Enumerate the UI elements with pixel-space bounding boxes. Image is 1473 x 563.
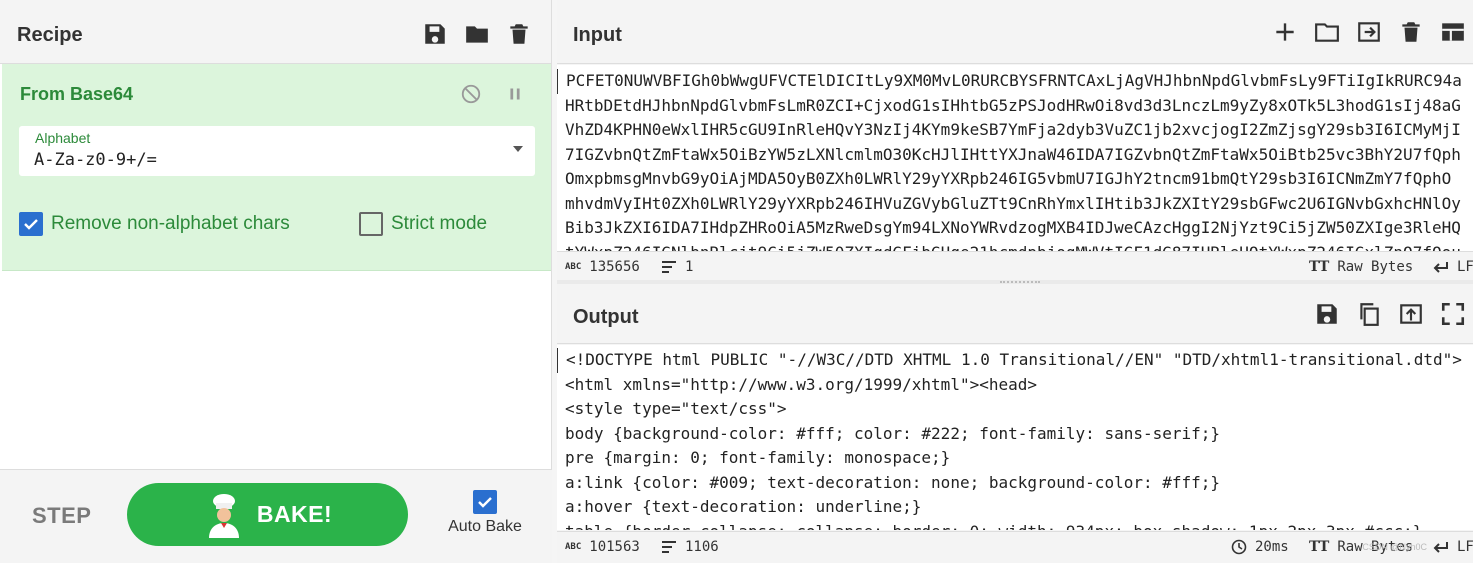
input-textarea[interactable]: PCFET0NUWVBFIGh0bWwgUFVCTElDICItLy9XM0Mv… xyxy=(557,65,1473,251)
alphabet-select[interactable]: Alphabet A-Za-z0-9+/= xyxy=(19,126,535,176)
output-line: table {border-collapse: collapse; border… xyxy=(557,520,1473,531)
chevron-down-icon xyxy=(513,146,523,152)
input-line-count: 1 xyxy=(685,259,694,275)
output-line-count: 1106 xyxy=(685,539,719,555)
recipe-panel: Recipe From Base64 Alphabet A-Za-z0-9+/=… xyxy=(0,0,552,563)
output-eol-label: LF xyxy=(1457,539,1473,555)
drag-handle-icon[interactable] xyxy=(1000,281,1040,283)
output-line: body {background-color: #fff; color: #22… xyxy=(565,423,1221,443)
output-title: Output xyxy=(573,306,639,328)
recipe-title: Recipe xyxy=(17,24,83,46)
input-format-selector[interactable]: TT Raw Bytes xyxy=(1309,259,1413,275)
lines-icon xyxy=(662,541,676,553)
save-icon[interactable] xyxy=(421,20,449,48)
replace-input-icon[interactable] xyxy=(1397,300,1425,328)
output-textarea[interactable]: <!DOCTYPE html PUBLIC "-//W3C//DTD XHTML… xyxy=(557,345,1473,530)
folder-icon[interactable] xyxy=(463,20,491,48)
strict-mode-label: Strict mode xyxy=(391,213,488,234)
input-eol-selector[interactable]: LF xyxy=(1433,259,1473,275)
pause-icon[interactable] xyxy=(501,80,529,108)
checkbox-unchecked-icon[interactable] xyxy=(359,212,383,236)
recipe-header: Recipe xyxy=(0,0,551,64)
output-line: <html xmlns="http://www.w3.org/1999/xhtm… xyxy=(565,374,1038,394)
output-line: a:link {color: #009; text-decoration: no… xyxy=(565,472,1221,492)
plus-icon[interactable] xyxy=(1271,18,1299,46)
auto-bake-toggle[interactable]: Auto Bake xyxy=(440,490,530,536)
save-icon[interactable] xyxy=(1313,300,1341,328)
return-arrow-icon xyxy=(1433,542,1448,553)
input-line: HRtbDEtdHJhbnNpdGlvbmFsLmR0ZCI+CjxodG1sI… xyxy=(565,95,1461,115)
text-format-icon: TT xyxy=(1309,259,1330,275)
text-format-icon: TT xyxy=(1309,539,1330,555)
lines-icon xyxy=(662,261,676,273)
input-line: mhvdmVyIHt0ZXh0LWRlY29yYXRpb246IHVuZGVyb… xyxy=(565,193,1461,213)
input-line: PCFET0NUWVBFIGh0bWwgUFVCTElDICItLy9XM0Mv… xyxy=(557,69,1473,94)
auto-bake-label: Auto Bake xyxy=(448,518,522,535)
checkbox-checked-icon[interactable] xyxy=(473,490,497,514)
output-status-bar: ABC 101563 1106 20ms TT Raw Bytes LF xyxy=(557,531,1473,563)
watermark: CSDN @Nyn0C xyxy=(1362,542,1427,552)
abc-length-icon: ABC xyxy=(565,262,582,272)
copy-icon[interactable] xyxy=(1355,300,1383,328)
open-folder-icon[interactable] xyxy=(1313,18,1341,46)
chef-icon xyxy=(208,493,239,538)
output-char-count: 101563 xyxy=(589,539,640,555)
checkbox-checked-icon[interactable] xyxy=(19,212,43,236)
operation-from-base64: From Base64 Alphabet A-Za-z0-9+/= Remove… xyxy=(2,64,551,271)
step-button[interactable]: STEP xyxy=(32,503,91,529)
input-eol-label: LF xyxy=(1457,259,1473,275)
input-line: VhZD4KPHN0eWxlIHR5cGU9InRleHQvY3NzIj4KYm… xyxy=(565,120,1461,139)
input-format-label: Raw Bytes xyxy=(1337,259,1414,275)
import-icon[interactable] xyxy=(1355,18,1383,46)
input-title: Input xyxy=(573,24,622,46)
input-line: OmxpbmsgMnvbG9yOiAjMDA5OyB0ZXh0LWRlY29yY… xyxy=(565,169,1452,188)
remove-nonalphabet-label: Remove non-alphabet chars xyxy=(51,213,290,234)
output-line: <style type="text/css"> xyxy=(565,399,787,418)
trash-icon[interactable] xyxy=(505,20,533,48)
strict-mode-checkbox[interactable]: Strict mode xyxy=(359,212,487,236)
output-header: Output xyxy=(557,284,1473,344)
input-line: 7IGZvbnQtZmFtaWx5OiBzYW5zLXNlcmlmO30KcHJ… xyxy=(565,144,1461,164)
bake-button[interactable]: BAKE! xyxy=(127,483,408,546)
output-line: <!DOCTYPE html PUBLIC "-//W3C//DTD XHTML… xyxy=(557,348,1473,373)
alphabet-value: A-Za-z0-9+/= xyxy=(34,150,157,170)
remove-nonalphabet-checkbox[interactable]: Remove non-alphabet chars xyxy=(19,212,290,236)
input-line: Bib3JkZXI6IDA7IHdpZHRoOiA5MzRweDsgYm94LX… xyxy=(565,218,1461,237)
abc-length-icon: ABC xyxy=(565,542,582,552)
return-arrow-icon xyxy=(1433,262,1448,273)
input-char-count: 135656 xyxy=(589,259,640,275)
disable-icon[interactable] xyxy=(457,80,485,108)
output-line: pre {margin: 0; font-family: monospace;} xyxy=(565,448,951,467)
layout-icon[interactable] xyxy=(1439,18,1467,46)
input-line: tYWxpZ246IGNlbnRlcjt9Ci5jZW50ZXIgdGFibGU… xyxy=(557,241,1473,252)
alphabet-label: Alphabet xyxy=(35,130,91,146)
recipe-controls: STEP BAKE! Auto Bake xyxy=(0,469,552,563)
bake-label: BAKE! xyxy=(256,501,333,527)
operation-title: From Base64 xyxy=(20,84,134,104)
output-line: a:hover {text-decoration: underline;} xyxy=(565,497,922,516)
trash-icon[interactable] xyxy=(1397,18,1425,46)
input-status-bar: ABC 135656 1 TT Raw Bytes LF xyxy=(557,251,1473,281)
fullscreen-icon[interactable] xyxy=(1439,300,1467,328)
bake-time: 20ms xyxy=(1255,539,1289,555)
output-eol-selector[interactable]: LF xyxy=(1433,539,1473,555)
input-header: Input xyxy=(557,0,1473,64)
clock-icon xyxy=(1231,539,1247,555)
